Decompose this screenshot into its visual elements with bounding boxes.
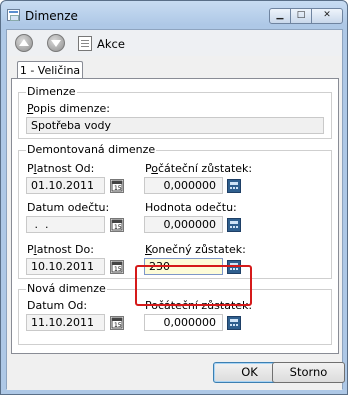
- valid-from-calendar-button[interactable]: 15: [110, 179, 124, 193]
- cancel-button[interactable]: Storno: [272, 362, 345, 383]
- new-date-from-calendar-button[interactable]: 15: [110, 316, 124, 330]
- calculator-icon: [230, 182, 238, 189]
- valid-to-label-rest: atnost Do:: [36, 243, 94, 256]
- toolbar: Akce: [7, 30, 342, 56]
- reading-value-field[interactable]: 0,000000: [144, 216, 223, 233]
- final-state-label-rest: onečný zůstatek:: [151, 243, 246, 256]
- window-title: Dimenze: [25, 9, 78, 23]
- dimension-group: Dimenze Popis dimenze: Spotřeba vody: [18, 85, 332, 139]
- valid-from-label-part: P: [27, 162, 34, 175]
- valid-to-label-part: P: [27, 243, 34, 256]
- window-app-icon: [7, 9, 20, 21]
- maximize-button[interactable]: □: [290, 8, 312, 24]
- new-dimension-group-title: Nová dimenze: [26, 282, 107, 295]
- initial-state-calculator-button[interactable]: [227, 179, 241, 193]
- reading-value-calculator-button[interactable]: [227, 218, 241, 232]
- description-label: Popis dimenze:: [27, 102, 110, 115]
- arrow-down-icon: [51, 40, 61, 47]
- svg-text:15: 15: [114, 224, 122, 231]
- calendar-icon: 15: [111, 261, 123, 273]
- highlight-frame: [135, 265, 252, 306]
- initial-state-label-accesskey: o: [151, 162, 158, 175]
- removed-dimension-group: Demontovaná dimenze Platnost Od: 01.10.2…: [18, 143, 332, 279]
- new-initial-state-field[interactable]: 0,000000: [144, 314, 223, 331]
- reading-date-field[interactable]: . .: [26, 216, 105, 233]
- new-initial-state-calculator-button[interactable]: [227, 316, 241, 330]
- svg-text:15: 15: [114, 322, 122, 329]
- valid-from-field[interactable]: 01.10.2011: [26, 177, 105, 194]
- reading-date-label: Datum odečtu:: [27, 201, 110, 214]
- initial-state-label: Počáteční zůstatek:: [145, 162, 252, 175]
- new-date-from-field[interactable]: 11.10.2011: [26, 314, 105, 331]
- initial-state-field[interactable]: 0,000000: [144, 177, 223, 194]
- valid-to-calendar-button[interactable]: 15: [110, 260, 124, 274]
- minimize-button[interactable]: ▁: [269, 8, 291, 24]
- actions-menu[interactable]: Akce: [97, 37, 125, 51]
- valid-from-label: Platnost Od:: [27, 162, 94, 175]
- description-label-text: opis dimenze:: [33, 102, 110, 115]
- dialog-client-area: Akce 1 - Veličina Dimenze Popis dimenze:…: [6, 29, 345, 390]
- tab-panel: Dimenze Popis dimenze: Spotřeba vody Dem…: [11, 78, 339, 354]
- removed-dimension-group-title: Demontovaná dimenze: [26, 143, 157, 156]
- close-button[interactable]: ✕: [311, 8, 343, 24]
- tab-quantity[interactable]: 1 - Veličina: [17, 61, 83, 79]
- svg-text:15: 15: [114, 266, 122, 273]
- valid-to-label: Platnost Do:: [27, 243, 94, 256]
- calendar-icon: 15: [111, 317, 123, 329]
- calendar-icon: 15: [111, 219, 123, 231]
- calculator-icon: [230, 319, 238, 326]
- dialog-footer: OK Storno: [7, 354, 345, 390]
- calculator-icon: [230, 221, 238, 228]
- calendar-icon: 15: [111, 180, 123, 192]
- title-bar[interactable]: Dimenze ▁ □ ✕: [1, 1, 347, 29]
- actions-document-icon[interactable]: [78, 36, 92, 51]
- final-state-label: Konečný zůstatek:: [145, 243, 246, 256]
- final-state-label-accesskey: K: [145, 243, 152, 256]
- arrow-up-icon: [19, 39, 29, 46]
- previous-record-button[interactable]: [15, 34, 33, 52]
- valid-to-field[interactable]: 10.10.2011: [26, 258, 105, 275]
- dimension-group-title: Dimenze: [26, 85, 77, 98]
- svg-text:15: 15: [114, 185, 122, 192]
- description-field[interactable]: Spotřeba vody: [26, 117, 324, 134]
- reading-value-label: Hodnota odečtu:: [145, 201, 237, 214]
- reading-date-calendar-button[interactable]: 15: [110, 218, 124, 232]
- initial-state-label-rest: čáteční zůstatek:: [157, 162, 253, 175]
- new-date-from-label: Datum Od:: [27, 299, 88, 312]
- next-record-button[interactable]: [47, 34, 65, 52]
- valid-from-label-rest: atnost Od:: [36, 162, 95, 175]
- dialog-window: Dimenze ▁ □ ✕ Akce 1 - Veličina Dimenze …: [0, 0, 348, 395]
